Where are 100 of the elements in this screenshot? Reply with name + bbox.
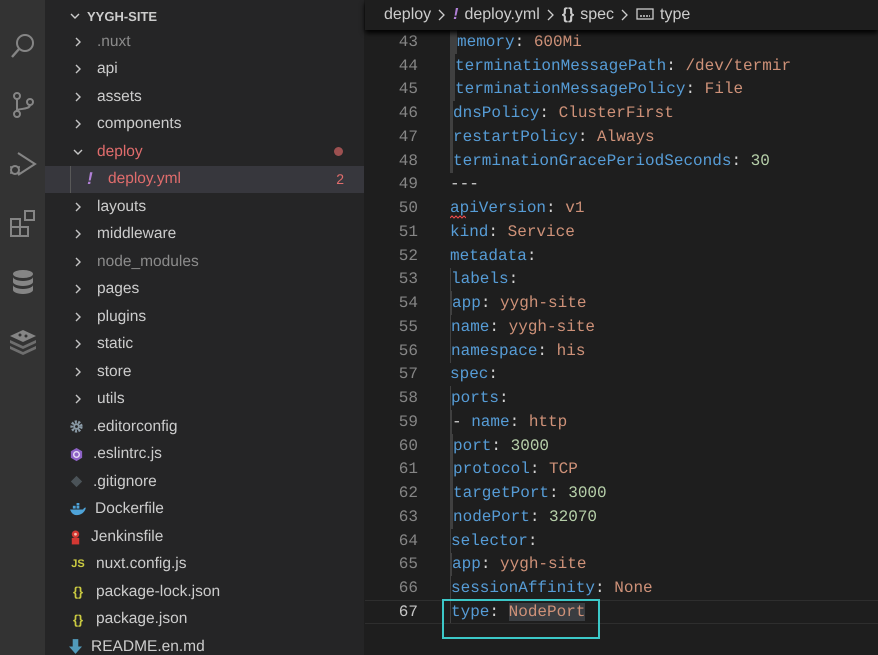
file-item[interactable]: {} package-lock.json: [45, 578, 364, 606]
file-item[interactable]: Dockerfile: [45, 496, 364, 523]
line-number: 54: [398, 294, 418, 312]
file-name: package-lock.json: [96, 582, 220, 601]
string-symbol-icon: [636, 8, 654, 22]
line-number: 51: [398, 222, 418, 241]
breadcrumb-item[interactable]: deploy: [384, 6, 432, 24]
file-name: .nuxt: [97, 32, 131, 51]
folder-item[interactable]: layouts: [45, 193, 364, 220]
line-number: 46: [398, 104, 418, 122]
code-line: selector:: [450, 528, 538, 552]
hexagon-icon: [69, 446, 84, 462]
file-name: node_modules: [97, 252, 199, 271]
line-number: 44: [398, 56, 418, 75]
breadcrumb-item[interactable]: deploy.yml: [464, 6, 540, 24]
file-item[interactable]: .gitignore: [45, 468, 364, 496]
code-line: kind: Service: [450, 222, 575, 243]
file-item[interactable]: {} package.json: [45, 606, 364, 633]
line-number: 60: [398, 436, 418, 455]
folder-item[interactable]: .nuxt: [45, 28, 364, 56]
file-item[interactable]: .eslintrc.js: [45, 440, 364, 468]
code-line: nodePort: 32070: [450, 505, 598, 529]
line-number: 62: [398, 484, 418, 502]
folder-item[interactable]: static: [45, 330, 364, 358]
code-line: terminationGracePeriodSeconds: 30: [450, 148, 770, 172]
line-number: 58: [398, 389, 418, 408]
file-name: nuxt.config.js: [96, 555, 186, 574]
line-number: 64: [398, 532, 418, 550]
file-item[interactable]: .editorconfig: [45, 413, 364, 440]
file-name: Jenkinsfile: [91, 528, 164, 546]
folder-item[interactable]: components: [45, 110, 364, 138]
line-number: 65: [398, 555, 418, 574]
code-line: terminationMessagePolicy: File: [450, 78, 744, 102]
code-line: ports:: [450, 386, 509, 410]
folder-item[interactable]: assets: [45, 83, 364, 110]
line-number: 45: [398, 80, 418, 98]
file-name: utils: [97, 390, 125, 408]
search-icon[interactable]: [8, 32, 36, 60]
folder-item[interactable]: node_modules: [45, 248, 364, 276]
line-number: 59: [398, 412, 418, 431]
code-line: spec:: [450, 364, 498, 386]
file-item[interactable]: README.en.md: [45, 633, 364, 655]
chevron-right-icon: [437, 9, 448, 21]
folder-item[interactable]: deploy: [45, 138, 364, 166]
breadcrumb-item[interactable]: type: [660, 6, 690, 24]
exclamation-icon: !: [81, 169, 99, 190]
exclamation-icon: !: [453, 6, 458, 24]
folder-item[interactable]: middleware: [45, 220, 364, 248]
code-line: type: NodePort: [450, 601, 586, 623]
file-name: package.json: [96, 610, 188, 628]
code-line: name: yygh-site: [450, 315, 596, 339]
whale-icon: [69, 502, 86, 516]
file-name: .gitignore: [93, 472, 157, 491]
code-line: labels:: [450, 268, 518, 292]
code-line: memory: 600Mi: [450, 30, 582, 54]
file-name: README.en.md: [91, 638, 205, 655]
code-line: terminationMessagePath: /dev/termir: [450, 54, 792, 78]
line-number: 43: [398, 32, 418, 51]
line-number: 57: [398, 365, 418, 384]
file-name: .editorconfig: [93, 418, 178, 436]
file-name: assets: [97, 88, 142, 106]
code-line: targetPort: 3000: [450, 481, 607, 505]
line-number: 49: [398, 175, 418, 194]
file-item[interactable]: JS nuxt.config.js: [45, 550, 364, 578]
file-name: api: [97, 60, 118, 78]
code-line: namespace: his: [450, 338, 586, 362]
chevron-right-icon: [546, 9, 556, 21]
file-item[interactable]: ! deploy.yml 2: [45, 166, 364, 193]
folder-item[interactable]: api: [45, 56, 364, 83]
code-line: restartPolicy: Always: [450, 125, 655, 149]
file-name: plugins: [97, 308, 146, 326]
download-arrow-icon: [69, 639, 82, 654]
file-name: pages: [97, 280, 140, 298]
file-name: .eslintrc.js: [93, 445, 162, 464]
braces-icon: {}: [562, 6, 574, 24]
line-number: 56: [398, 342, 418, 360]
chevron-right-icon: [620, 9, 630, 21]
line-number: 47: [398, 128, 418, 146]
breadcrumb-item[interactable]: spec: [580, 6, 614, 24]
run-debug-icon[interactable]: [8, 150, 36, 178]
code-line: protocol: TCP: [450, 458, 578, 482]
file-name: deploy.yml: [108, 170, 181, 188]
folder-item[interactable]: utils: [45, 386, 364, 413]
folder-item[interactable]: store: [45, 358, 364, 386]
folder-item[interactable]: plugins: [45, 303, 364, 330]
layers-icon[interactable]: [8, 327, 38, 355]
code-line: sessionAffinity: None: [450, 576, 653, 600]
extensions-icon[interactable]: [8, 209, 36, 237]
code-line: apiVersion: v1: [450, 198, 584, 220]
folder-item[interactable]: pages: [45, 276, 364, 303]
file-item[interactable]: Jenkinsfile: [45, 523, 364, 550]
file-name: static: [97, 335, 134, 354]
braces-icon: {}: [69, 584, 87, 600]
line-number: 66: [398, 579, 418, 598]
file-name: components: [97, 115, 182, 134]
butler-icon: [69, 528, 82, 545]
code-line: port: 3000: [450, 434, 550, 458]
file-name: deploy: [97, 142, 143, 161]
explorer-title: YYGH-SITE: [87, 8, 158, 24]
line-number: 67: [398, 602, 418, 621]
